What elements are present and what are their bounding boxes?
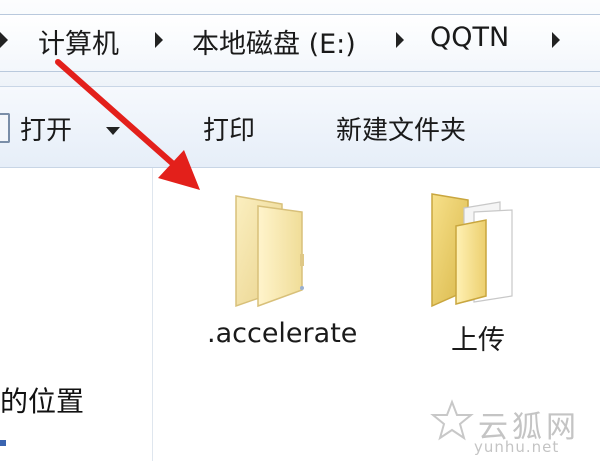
annotation-arrow-icon xyxy=(55,59,200,190)
watermark-url: yunhu.net xyxy=(474,438,560,456)
star-icon xyxy=(430,399,474,441)
